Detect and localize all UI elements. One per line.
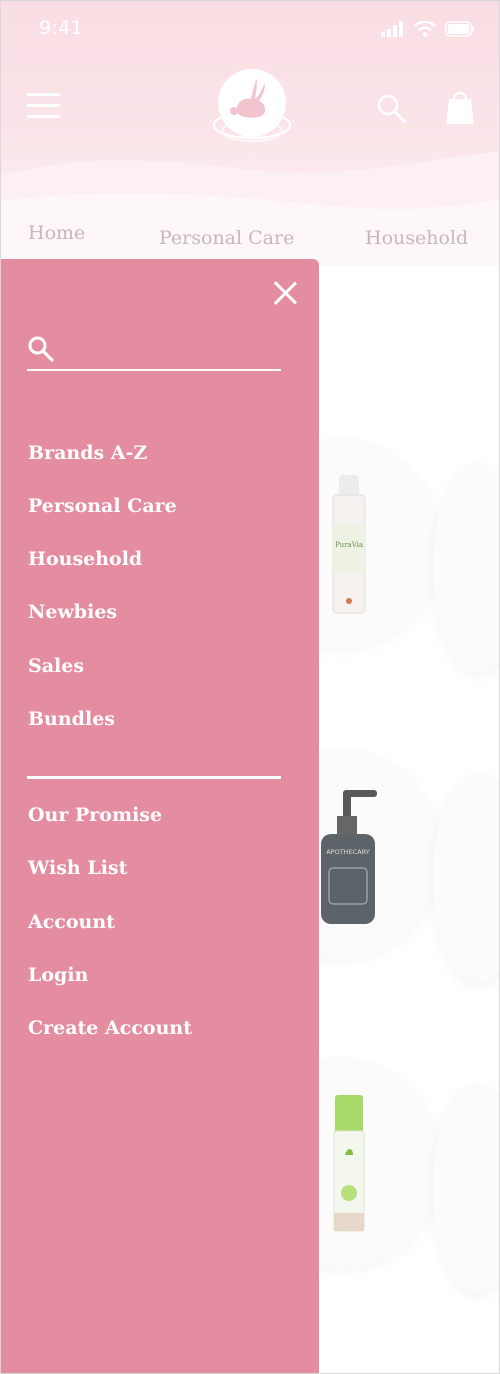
menu-item-bundles[interactable]: Bundles [28, 708, 115, 730]
search-icon[interactable] [376, 93, 408, 125]
close-icon[interactable] [269, 277, 301, 309]
status-time: 9:41 [39, 17, 83, 39]
product-card[interactable] [433, 1083, 499, 1293]
menu-item-wish-list[interactable]: Wish List [28, 857, 127, 879]
nav-personal-care[interactable]: Personal Care [159, 227, 294, 249]
app-screen: 9:41 Home Personal Care Household PuraVi… [0, 0, 500, 1374]
menu-item-sales[interactable]: Sales [28, 655, 84, 677]
hamburger-icon[interactable] [27, 93, 60, 119]
menu-item-newbies[interactable]: Newbies [28, 601, 117, 623]
product-card[interactable] [433, 773, 499, 983]
menu-item-our-promise[interactable]: Our Promise [28, 804, 162, 826]
rabbit-logo-icon[interactable] [207, 67, 297, 147]
status-bar: 9:41 [1, 1, 499, 59]
menu-search [27, 333, 281, 371]
menu-item-create-account[interactable]: Create Account [28, 1017, 192, 1039]
menu-divider [27, 776, 281, 779]
wifi-icon [414, 21, 436, 37]
menu-item-brands-a-z[interactable]: Brands A-Z [28, 442, 147, 464]
shopping-bag-icon[interactable] [444, 87, 476, 127]
signal-icon [381, 21, 403, 37]
product-image[interactable] [331, 1093, 367, 1233]
menu-item-personal-care[interactable]: Personal Care [28, 495, 177, 517]
product-image[interactable]: APOTHECARY [319, 788, 381, 926]
menu-item-account[interactable]: Account [28, 911, 115, 933]
product-brand-label: PuraVia [335, 541, 363, 549]
menu-item-login[interactable]: Login [28, 964, 88, 986]
product-image[interactable]: PuraVia [329, 473, 369, 615]
menu-item-household[interactable]: Household [28, 548, 142, 570]
search-icon [28, 336, 54, 362]
battery-icon [445, 21, 474, 37]
nav-home[interactable]: Home [28, 222, 85, 244]
product-brand-label: APOTHECARY [326, 848, 370, 856]
nav-household[interactable]: Household [365, 227, 468, 249]
category-nav: Home Personal Care Household [1, 216, 499, 261]
status-icons [381, 21, 475, 37]
product-card[interactable] [433, 463, 499, 673]
side-menu-drawer: Brands A-Z Personal Care Household Newbi… [1, 259, 319, 1373]
menu-search-input[interactable] [63, 333, 277, 367]
